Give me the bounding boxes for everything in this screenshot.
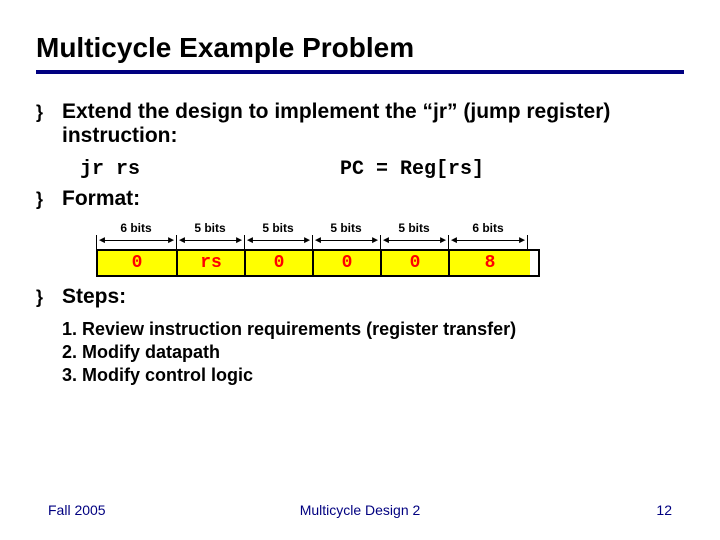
bit-label: 6 bits	[96, 221, 176, 235]
code-instr: jr rs	[80, 158, 340, 181]
step-item: 1. Review instruction requirements (regi…	[62, 319, 684, 340]
field-rd: 0	[314, 251, 382, 275]
bullet-format: Format:	[36, 187, 684, 211]
field-funct: 8	[450, 251, 530, 275]
bit-label: 5 bits	[380, 221, 448, 235]
bullet-steps: Steps:	[36, 285, 684, 309]
step-item: 2. Modify datapath	[62, 342, 684, 363]
bit-label: 6 bits	[448, 221, 528, 235]
step-item: 3. Modify control logic	[62, 365, 684, 386]
instruction-format: 6 bits 5 bits 5 bits 5 bits 5 bits 6 bit…	[96, 221, 540, 277]
bit-label: 5 bits	[312, 221, 380, 235]
field-shamt: 0	[382, 251, 450, 275]
bit-label: 5 bits	[244, 221, 312, 235]
slide-title: Multicycle Example Problem	[36, 32, 684, 64]
footer-center: Multicycle Design 2	[0, 502, 720, 518]
bullet-extend: Extend the design to implement the “jr” …	[36, 100, 684, 148]
field-opcode: 0	[98, 251, 178, 275]
field-rt: 0	[246, 251, 314, 275]
instruction-code: jr rs PC = Reg[rs]	[80, 158, 684, 181]
field-rs: rs	[178, 251, 246, 275]
bit-label: 5 bits	[176, 221, 244, 235]
slide-footer: Fall 2005 Multicycle Design 2 12	[0, 502, 720, 518]
code-effect: PC = Reg[rs]	[340, 158, 484, 181]
divider	[36, 70, 684, 74]
